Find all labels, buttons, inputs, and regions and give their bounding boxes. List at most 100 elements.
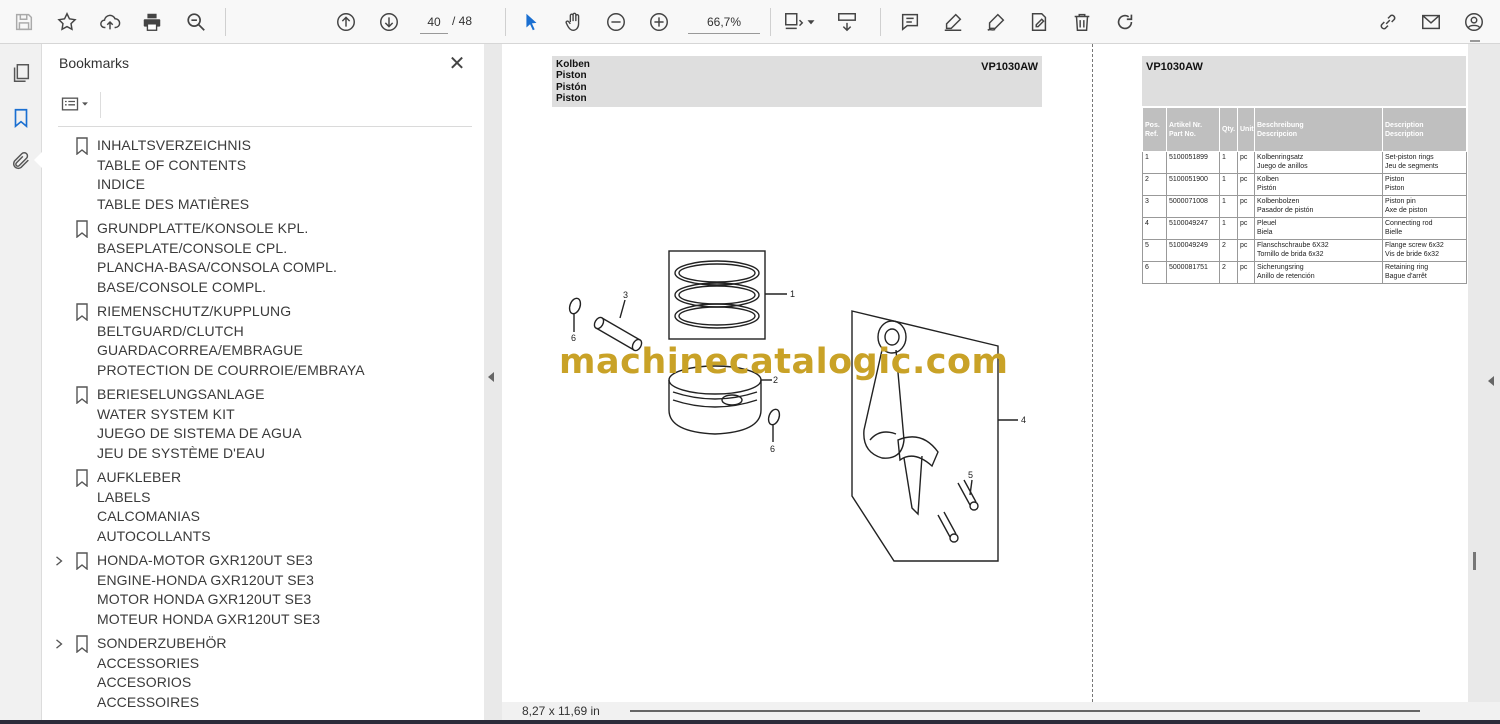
page-header: Kolben Piston Pistón Piston VP1030AW <box>552 56 1042 107</box>
table-cell: Pleuel Biela <box>1254 217 1383 240</box>
scroll-mode-icon[interactable] <box>833 8 861 36</box>
callout-label: 6 <box>770 444 775 454</box>
table-cell: 6 <box>1142 261 1167 284</box>
expand-right-panel-arrow[interactable] <box>1488 376 1494 386</box>
bookmark-label: INDICE <box>97 176 146 192</box>
callout-label: 3 <box>623 290 628 300</box>
bookmark-label: TABLE DES MATIÈRES <box>97 195 250 212</box>
table-cell: pc <box>1237 217 1255 240</box>
bookmark-label: WATER SYSTEM KIT <box>97 405 235 422</box>
callout-label: 1 <box>790 289 795 299</box>
page-thumbnails-icon[interactable] <box>8 60 34 86</box>
email-icon[interactable] <box>1417 8 1445 36</box>
bookmark-label: ACCESSOIRES <box>97 693 200 710</box>
header-line: Piston <box>556 92 587 104</box>
bookmark-item[interactable]: AUFKLEBER LABELS CALCOMANIAS AUTOCOLLANTS <box>42 468 484 546</box>
draw-icon[interactable] <box>982 8 1010 36</box>
table-cell: pc <box>1237 239 1255 262</box>
zoom-search-icon[interactable] <box>182 8 210 36</box>
bookmark-label: ACCESSORIES <box>97 654 200 671</box>
page-number-input[interactable] <box>420 10 448 34</box>
table-cell: pc <box>1237 151 1255 174</box>
bookmark-label: MOTEUR HONDA GXR120UT SE3 <box>97 610 321 627</box>
header-line: Piston <box>556 70 587 82</box>
piston-rings-drawing <box>674 260 760 329</box>
bookmark-label: RIEMENSCHUTZ/KUPPLUNG <box>97 303 292 319</box>
bookmark-label: GUARDACORREA/EMBRAGUE <box>97 342 303 358</box>
table-cell: 2 <box>1142 173 1167 196</box>
redo-icon[interactable] <box>1111 8 1139 36</box>
bookmark-label: SONDERZUBEHÖR <box>97 635 227 651</box>
chevron-right-icon[interactable] <box>54 554 66 568</box>
table-cell: 4 <box>1142 217 1167 240</box>
collapse-panel-arrow[interactable] <box>488 372 494 382</box>
parts-list-header: VP1030AW <box>1142 56 1466 106</box>
table-row: 4 5100049247 1 pc Pleuel Biela Connecting rod… <box>1142 217 1467 240</box>
table-cell: Flange screw 6x32 Vis de bride 6x32 <box>1382 239 1467 262</box>
active-panel-pointer <box>34 152 42 168</box>
hand-tool-icon[interactable] <box>560 8 588 36</box>
vertical-scrollbar-thumb[interactable] <box>1473 552 1476 570</box>
bookmark-label: INHALTSVERZEICHNIS <box>97 137 252 153</box>
trash-icon[interactable] <box>1068 8 1096 36</box>
retaining-ring-drawing <box>767 408 781 426</box>
bookmark-item[interactable]: HONDA-MOTOR GXR120UT SE3 ENGINE-HONDA GXR… <box>42 551 484 629</box>
bookmark-list: INHALTSVERZEICHNIS TABLE OF CONTENTS INDIC… <box>42 136 484 717</box>
bookmark-label: PLANCHA-BASA/CONSOLA COMPL. <box>97 259 337 275</box>
chevron-down-icon[interactable] <box>804 8 818 36</box>
zoom-out-icon[interactable] <box>602 8 630 36</box>
save-icon[interactable] <box>10 8 38 36</box>
cloud-upload-icon[interactable] <box>96 8 124 36</box>
bookmark-label: CALCOMANIAS <box>97 508 201 524</box>
table-cell: Retaining ring Bague d'arrêt <box>1382 261 1467 284</box>
table-cell: 2 <box>1219 239 1238 262</box>
bookmark-panel-icon[interactable] <box>8 105 34 131</box>
previous-page-icon[interactable] <box>332 8 360 36</box>
table-cell: 5000071008 <box>1166 195 1220 218</box>
highlight-pen-icon[interactable] <box>939 8 967 36</box>
bookmark-item[interactable]: SONDERZUBEHÖR ACCESSORIES ACCESORIOS ACCESS… <box>42 634 484 712</box>
table-cell: pc <box>1237 261 1255 284</box>
star-icon[interactable] <box>53 8 81 36</box>
table-row: 5 5100049249 2 pc Flanschschraube 6X32 Torni… <box>1142 239 1467 262</box>
account-icon[interactable] <box>1460 8 1488 36</box>
bookmark-item[interactable]: INHALTSVERZEICHNIS TABLE OF CONTENTS INDIC… <box>42 136 484 214</box>
fill-sign-icon[interactable] <box>1025 8 1053 36</box>
chevron-right-icon[interactable] <box>54 637 66 651</box>
bookmark-icon <box>75 386 89 405</box>
table-row: 3 5000071008 1 pc Kolbenbolzen Pasador de pi… <box>1142 195 1467 218</box>
table-header-cell: Beschreibung Descripcion <box>1254 107 1383 152</box>
bookmark-item[interactable]: GRUNDPLATTE/KONSOLE KPL. BASEPLATE/CONSOL… <box>42 219 484 297</box>
bookmark-label: LABELS <box>97 488 151 505</box>
close-icon[interactable]: ✕ <box>446 52 468 75</box>
bookmark-label: JUEGO DE SISTEMA DE AGUA <box>97 425 302 441</box>
watermark-text: machinecatalogic.com <box>559 342 1009 382</box>
table-cell: Sicherungsring Anillo de retención <box>1254 261 1383 284</box>
zoom-in-icon[interactable] <box>645 8 673 36</box>
attachment-icon[interactable] <box>8 148 34 174</box>
table-row: 2 5100051900 1 pc Kolben Pistón Piston Piston <box>1142 173 1467 196</box>
horizontal-scrollbar[interactable] <box>630 710 1420 712</box>
parts-table: Pos. Ref. Artikel Nr. Part No. Qty. Unit Bes… <box>1142 107 1467 284</box>
model-number: VP1030AW <box>981 61 1038 73</box>
bookmark-label: MOTOR HONDA GXR120UT SE3 <box>97 591 312 607</box>
bookmark-label: BERIESELUNGSANLAGE <box>97 386 265 402</box>
select-cursor-icon[interactable] <box>517 8 545 36</box>
header-line: Pistón <box>556 81 587 93</box>
bookmark-options-button[interactable] <box>60 92 100 116</box>
share-link-icon[interactable] <box>1374 8 1402 36</box>
bookmarks-panel: Bookmarks ✕ INHALTSVERZEICHNIS TABLE OF C… <box>42 44 484 720</box>
print-icon[interactable] <box>138 8 166 36</box>
bookmark-label: ACCESORIOS <box>97 674 192 690</box>
bookmark-item[interactable]: BERIESELUNGSANLAGE WATER SYSTEM KIT JUEGO … <box>42 385 484 463</box>
zoom-level-input[interactable] <box>688 10 760 34</box>
table-cell: Kolbenbolzen Pasador de pistón <box>1254 195 1383 218</box>
next-page-icon[interactable] <box>375 8 403 36</box>
bookmark-item[interactable]: RIEMENSCHUTZ/KUPPLUNG BELTGUARD/CLUTCH GUA… <box>42 302 484 380</box>
page-total: / 48 <box>452 14 473 28</box>
scroll-top-indicator <box>1470 40 1480 48</box>
exploded-parts-diagram: 1 2 3 4 5 6 6 <box>568 250 1026 562</box>
page-size-label: 8,27 x 11,69 in <box>522 704 600 718</box>
comment-icon[interactable] <box>896 8 924 36</box>
chevron-down-icon <box>82 102 88 106</box>
